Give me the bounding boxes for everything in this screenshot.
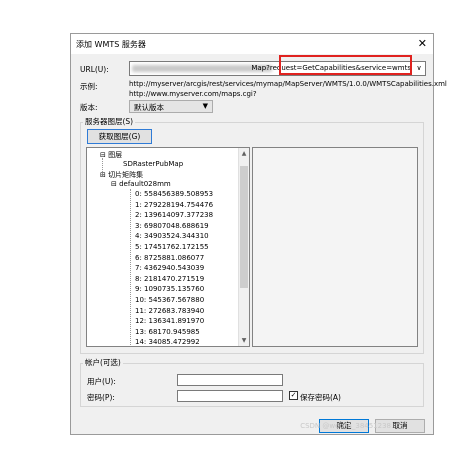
tree-scrollbar[interactable]: ▲ ▼ xyxy=(238,148,249,346)
version-selected-value: 默认版本 xyxy=(134,103,164,112)
example-line-1: http://myserver/arcgis/rest/services/mym… xyxy=(129,80,447,88)
watermark: CSDN @weixin_38451238 xyxy=(300,422,391,430)
tree-node-matrixset-label: default028mm xyxy=(119,180,171,188)
tile-level-item[interactable]: 6: 8725881.086077 xyxy=(135,254,204,262)
tile-level-item[interactable]: 3: 69807048.688619 xyxy=(135,222,209,230)
example-label: 示例: xyxy=(80,82,98,91)
save-password-label: 保存密码(A) xyxy=(300,393,341,402)
url-highlight-box xyxy=(279,55,412,75)
tree-node-matrixsets-label: 切片矩阵集 xyxy=(108,171,144,179)
layer-preview-pane xyxy=(252,147,418,347)
tile-level-item[interactable]: 10: 545367.567880 xyxy=(135,296,204,304)
tile-level-item[interactable]: 4: 34903524.344310 xyxy=(135,232,209,240)
user-label: 用户(U): xyxy=(87,377,116,386)
tree-node-matrixsets[interactable]: ⊟ 切片矩阵集 xyxy=(100,170,143,180)
version-select[interactable]: 默认版本 ▼ xyxy=(129,100,213,113)
server-layers-label: 服务器图层(S) xyxy=(83,116,136,127)
password-input[interactable] xyxy=(177,390,283,402)
chevron-down-icon: ▼ xyxy=(202,102,208,110)
password-label: 密码(P): xyxy=(87,393,115,402)
account-label: 帐户(可选) xyxy=(83,357,123,368)
tile-level-item[interactable]: 7: 4362940.543039 xyxy=(135,264,204,272)
url-label: URL(U): xyxy=(80,65,109,74)
tile-level-item[interactable]: 12: 136341.891970 xyxy=(135,317,204,325)
example-line-2: http://www.myserver.com/maps.cgi? xyxy=(129,90,257,98)
user-input[interactable] xyxy=(177,374,283,386)
tree-line xyxy=(130,189,131,346)
layers-tree[interactable]: ⊟ 图层 SDRasterPubMap ⊟ 切片矩阵集 ⊟ default028… xyxy=(86,147,250,347)
tile-level-item[interactable]: 14: 34085.472992 xyxy=(135,338,200,346)
dialog-title: 添加 WMTS 服务器 xyxy=(76,40,146,49)
tree-node-matrixset[interactable]: ⊟ default028mm xyxy=(111,180,171,188)
tile-level-item[interactable]: 8: 2181470.271519 xyxy=(135,275,204,283)
scrollbar-thumb[interactable] xyxy=(240,166,248,288)
tree-node-layers[interactable]: ⊟ 图层 xyxy=(100,150,122,160)
url-dropdown-icon[interactable]: ∨ xyxy=(413,62,425,75)
tree-node-layers-label: 图层 xyxy=(108,151,123,159)
tree-item-layer[interactable]: SDRasterPubMap xyxy=(123,160,183,168)
scroll-down-icon[interactable]: ▼ xyxy=(239,337,249,344)
save-password-checkbox[interactable]: ✓ xyxy=(289,391,298,400)
tile-level-item[interactable]: 0: 558456389.508953 xyxy=(135,190,213,198)
close-icon[interactable]: ✕ xyxy=(418,37,427,50)
tile-level-item[interactable]: 13: 68170.945985 xyxy=(135,328,200,336)
scroll-up-icon[interactable]: ▲ xyxy=(239,150,249,157)
tile-level-item[interactable]: 9: 1090735.135760 xyxy=(135,285,204,293)
get-layers-button[interactable]: 获取图层(G) xyxy=(87,129,152,144)
title-bar: 添加 WMTS 服务器 ✕ xyxy=(71,34,433,54)
tile-level-item[interactable]: 11: 272683.783940 xyxy=(135,307,204,315)
tile-level-item[interactable]: 2: 139614097.377238 xyxy=(135,211,213,219)
add-wmts-server-dialog: 添加 WMTS 服务器 ✕ URL(U): Map?request=GetCap… xyxy=(70,33,447,435)
version-label: 版本: xyxy=(80,103,98,112)
tile-level-item[interactable]: 5: 17451762.172155 xyxy=(135,243,209,251)
tile-level-item[interactable]: 1: 279228194.754476 xyxy=(135,201,213,209)
